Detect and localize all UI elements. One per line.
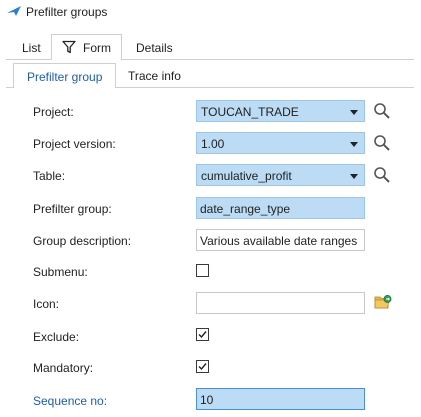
chevron-down-icon <box>350 110 358 115</box>
project-version-select[interactable]: 1.00 <box>196 132 365 154</box>
tab-details[interactable]: Details <box>136 41 173 55</box>
search-icon[interactable] <box>373 134 391 152</box>
project-value: TOUCAN_TRADE <box>201 105 299 119</box>
chevron-down-icon <box>350 142 358 147</box>
prefilter-group-label: Prefilter group: <box>33 202 112 216</box>
tab-form-label: Form <box>83 41 111 55</box>
project-version-label: Project version: <box>33 137 116 151</box>
submenu-label: Submenu: <box>33 265 88 279</box>
group-description-value: Various available date ranges <box>200 234 358 248</box>
checkmark-icon <box>198 363 207 371</box>
window-title-bar: Prefilter groups <box>0 0 421 26</box>
folder-icon[interactable] <box>374 294 392 310</box>
prefilter-group-value: date_range_type <box>200 202 291 216</box>
chevron-down-icon <box>350 174 358 179</box>
icon-label: Icon: <box>33 297 60 311</box>
group-description-input[interactable]: Various available date ranges <box>196 229 365 251</box>
subtab-prefilter-group-label: Prefilter group <box>27 70 103 84</box>
subtab-prefilter-group[interactable]: Prefilter group <box>13 63 116 88</box>
table-value: cumulative_profit <box>201 169 292 183</box>
table-select[interactable]: cumulative_profit <box>196 164 365 186</box>
tab-form[interactable]: Form <box>51 34 122 60</box>
funnel-icon <box>62 40 76 54</box>
tab-list[interactable]: List <box>22 41 41 55</box>
subtab-trace-info[interactable]: Trace info <box>128 69 181 83</box>
mandatory-checkbox[interactable] <box>196 360 209 373</box>
page-title: Prefilter groups <box>26 5 108 19</box>
search-icon[interactable] <box>373 166 391 184</box>
sequence-no-label: Sequence no: <box>33 394 108 408</box>
sequence-no-value: 10 <box>200 393 214 407</box>
mandatory-label: Mandatory: <box>33 361 94 375</box>
submenu-checkbox[interactable] <box>196 264 209 277</box>
project-label: Project: <box>33 105 74 119</box>
exclude-checkbox[interactable] <box>196 328 209 341</box>
project-version-value: 1.00 <box>201 137 225 151</box>
checkmark-icon <box>198 331 207 339</box>
table-label: Table: <box>33 169 66 183</box>
icon-input[interactable] <box>196 292 365 314</box>
exclude-label: Exclude: <box>33 330 80 344</box>
sequence-no-input[interactable]: 10 <box>196 388 365 410</box>
project-select[interactable]: TOUCAN_TRADE <box>196 100 365 122</box>
arrow-icon <box>7 6 21 16</box>
prefilter-group-input[interactable]: date_range_type <box>196 197 365 219</box>
search-icon[interactable] <box>373 102 391 120</box>
group-description-label: Group description: <box>33 234 132 248</box>
